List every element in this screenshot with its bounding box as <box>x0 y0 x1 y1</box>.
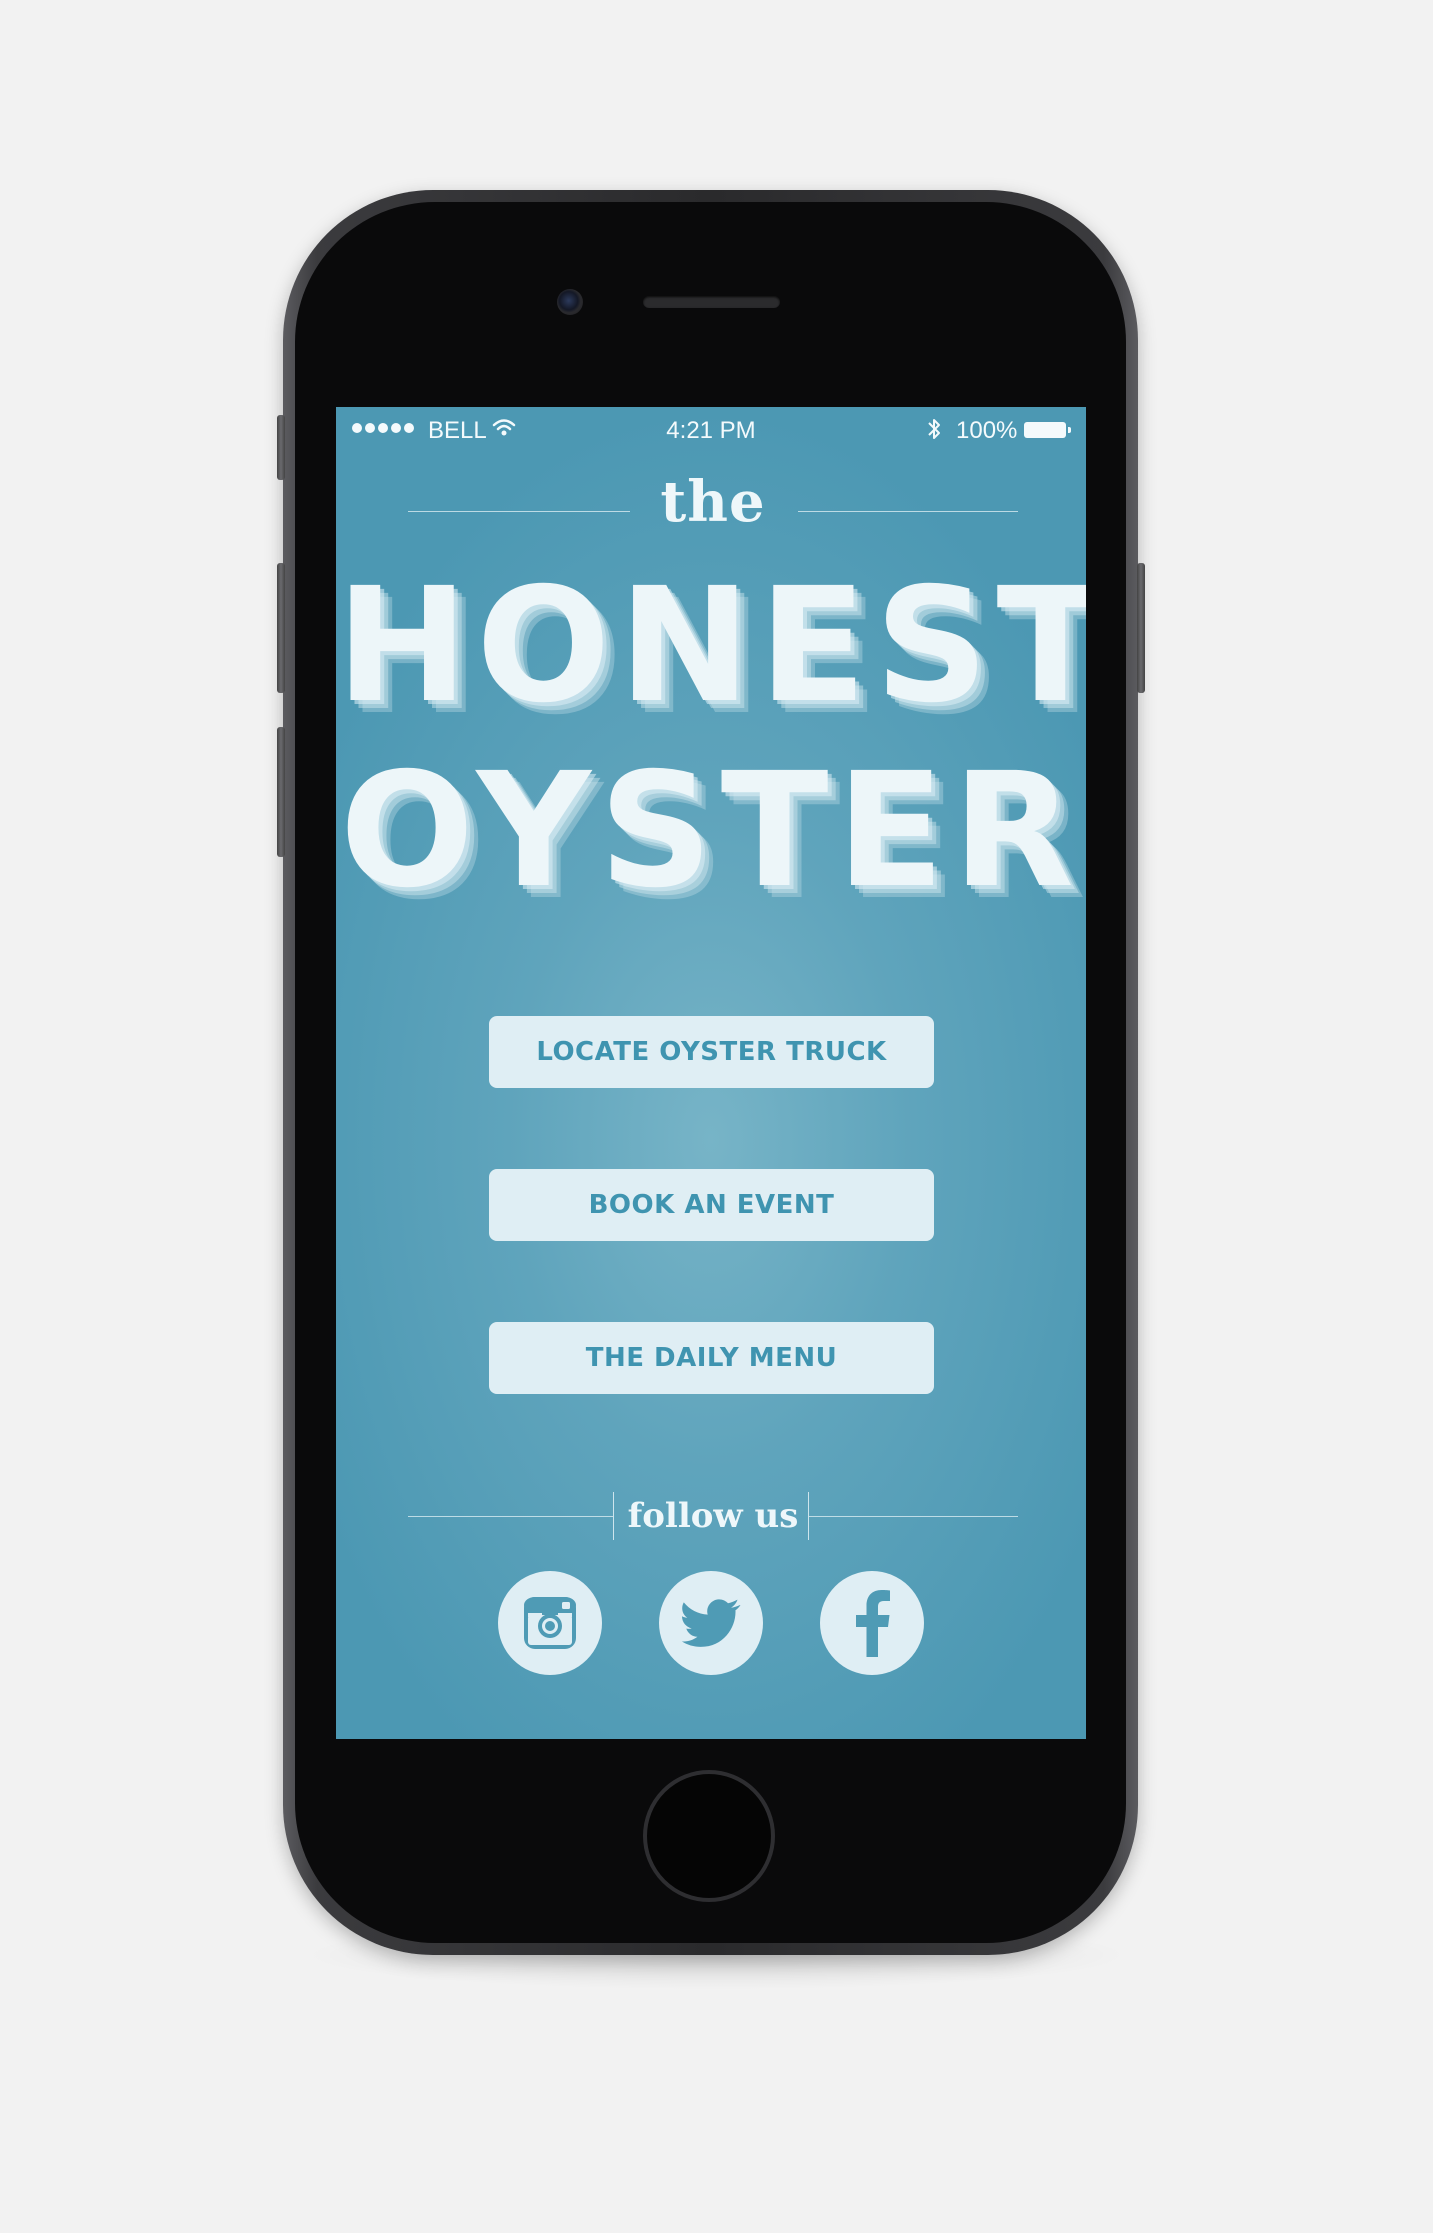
mute-switch <box>277 415 285 480</box>
twitter-button[interactable] <box>659 1571 763 1675</box>
volume-up-button <box>277 563 285 693</box>
stage: BELL 4:21 PM 100% the HONEST OYSTER LOCA… <box>0 0 1433 2233</box>
brand-article-row: the <box>408 469 1018 539</box>
brand-title-line-1: HONEST <box>336 554 1086 738</box>
book-event-button[interactable]: BOOK AN EVENT <box>489 1169 934 1241</box>
bluetooth-icon <box>926 415 942 450</box>
facebook-button[interactable] <box>820 1571 924 1675</box>
front-camera <box>557 289 583 315</box>
status-bar: BELL 4:21 PM 100% <box>336 407 1086 453</box>
home-button[interactable] <box>643 1770 775 1902</box>
follow-us-row: follow us <box>408 1492 1018 1542</box>
volume-down-button <box>277 727 285 857</box>
instagram-icon <box>524 1597 576 1649</box>
instagram-button[interactable] <box>498 1571 602 1675</box>
earpiece-speaker <box>643 296 780 308</box>
twitter-icon <box>681 1599 741 1647</box>
facebook-icon <box>856 1590 890 1657</box>
battery-percentage: 100% <box>956 417 1018 444</box>
power-button <box>1137 563 1145 693</box>
battery-icon <box>1024 422 1071 438</box>
follow-us-heading: follow us <box>627 1496 799 1536</box>
app-screen: BELL 4:21 PM 100% the HONEST OYSTER LOCA… <box>336 407 1086 1739</box>
locate-oyster-truck-button[interactable]: LOCATE OYSTER TRUCK <box>489 1016 934 1088</box>
daily-menu-button[interactable]: THE DAILY MENU <box>489 1322 934 1394</box>
brand-article: the <box>660 469 766 535</box>
brand-title-line-2: OYSTER <box>339 739 1083 923</box>
